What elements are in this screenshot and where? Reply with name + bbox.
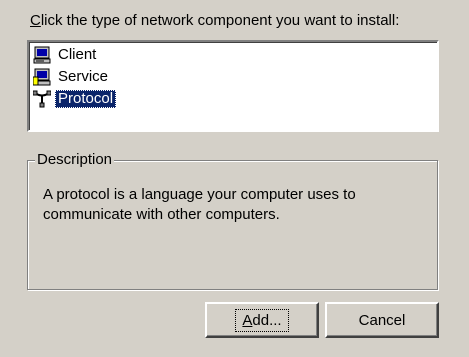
- cancel-button-label: Cancel: [358, 311, 406, 329]
- list-item-label: Client: [58, 46, 97, 63]
- computer-service-icon: [32, 68, 51, 86]
- description-groupbox: Description A protocol is a language you…: [27, 151, 438, 290]
- component-listbox[interactable]: Client Service Protocol: [27, 40, 439, 132]
- list-item-label: Service: [58, 68, 109, 85]
- add-accelerator: A: [242, 311, 253, 329]
- select-network-component-dialog: Click the type of network component you …: [0, 0, 469, 357]
- instruction-text: lick the type of network component you w…: [40, 12, 400, 29]
- instruction-label: Click the type of network component you …: [30, 12, 399, 29]
- add-button-label: Add...: [235, 308, 289, 332]
- list-item-client[interactable]: Client: [33, 44, 99, 66]
- cancel-button[interactable]: Cancel: [325, 302, 439, 338]
- computer-icon: [33, 46, 51, 64]
- list-item-protocol[interactable]: Protocol: [32, 88, 117, 110]
- list-item-service[interactable]: Service: [32, 66, 111, 88]
- instruction-accelerator: C: [30, 12, 41, 29]
- list-item-label: Protocol: [55, 90, 117, 108]
- add-button[interactable]: Add...: [205, 302, 319, 338]
- add-text: dd...: [252, 311, 282, 329]
- description-text: A protocol is a language your computer u…: [43, 186, 356, 223]
- description-legend: Description: [35, 151, 115, 168]
- network-cable-icon: [32, 90, 52, 108]
